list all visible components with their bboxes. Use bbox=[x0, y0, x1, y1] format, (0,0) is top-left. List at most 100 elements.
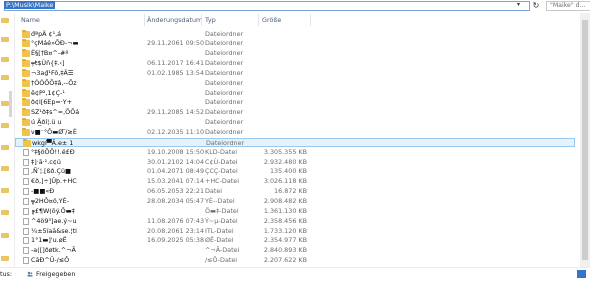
file-size: 2.840.893 KB bbox=[263, 246, 307, 255]
nav-folder-icon[interactable] bbox=[1, 210, 9, 215]
file-icon bbox=[23, 197, 29, 205]
file-name: ╤ŧ$Úñ{‡.‹] bbox=[31, 59, 65, 68]
table-row[interactable]: ^4ö9³]ae.ý~u 11.08.2076 07:43 Ý~µ-Datei 2.3… bbox=[15, 217, 575, 226]
file-icon bbox=[23, 247, 29, 255]
file-name: ê¢P²,1¢Ç-¹ bbox=[31, 88, 65, 97]
status-label: tus: bbox=[0, 270, 13, 278]
table-row[interactable]: SZ¹ð‡s^=,ÕÕá 29.11.2085 14:52 Dateiordner bbox=[15, 108, 575, 117]
file-name: ╦2HÔ¤ö,YÈ- bbox=[31, 196, 70, 205]
nav-folder-icon[interactable] bbox=[1, 37, 9, 42]
table-row[interactable]: ¼±5ïaã&se.¦tl 20.08.2061 23:14 ITL-Datei 1.… bbox=[15, 227, 575, 236]
file-name: wkgí▀Ã.e± 1 bbox=[32, 138, 74, 147]
file-size: 3.026.118 KB bbox=[263, 177, 307, 186]
nav-folder-icon[interactable] bbox=[1, 101, 9, 106]
nav-folder-icon[interactable] bbox=[1, 256, 9, 261]
file-size bbox=[255, 59, 307, 68]
column-header-type[interactable]: Typ bbox=[205, 15, 216, 25]
table-row[interactable]: †ÓÓÕÕ‡â,--Õz Dateiordner bbox=[15, 78, 575, 88]
column-divider[interactable] bbox=[258, 14, 259, 26]
file-size: 2.354.977 KB bbox=[263, 236, 307, 245]
nav-scrollbar[interactable] bbox=[9, 91, 12, 117]
table-row[interactable]: ╤ŧ$Úñ{‡.‹] 06.11.2017 16:41 Dateiordner bbox=[15, 59, 575, 68]
file-icon bbox=[23, 178, 29, 186]
shared-users-icon bbox=[27, 271, 33, 277]
refresh-icon[interactable]: ↻ bbox=[530, 0, 542, 12]
folder-icon bbox=[22, 118, 30, 127]
navigation-pane bbox=[0, 13, 15, 267]
table-row[interactable]: ¬3a₫¹Fõ,‡Ä☰ 01.02.1985 13:54 Dateiordner bbox=[15, 68, 575, 78]
nav-folder-icon[interactable] bbox=[1, 233, 9, 238]
file-name: °‡§öÕÕ!!.ë£Ð bbox=[31, 147, 75, 156]
folder-icon bbox=[22, 108, 30, 117]
file-icon bbox=[23, 217, 29, 225]
folder-icon bbox=[23, 138, 31, 147]
nav-folder-icon[interactable] bbox=[1, 145, 9, 150]
folder-icon bbox=[22, 128, 30, 136]
column-divider[interactable] bbox=[310, 14, 311, 26]
table-row[interactable]: €ð‚]÷]Ûþ.+HC 15.03.2041 07:14 +HC-Datei 3.0… bbox=[15, 177, 575, 186]
table-row[interactable]: ╦2HÔ¤ö,YÈ- 28.08.2034 05:47 YÈ--Datei 2.908… bbox=[15, 197, 575, 206]
column-divider[interactable] bbox=[201, 14, 202, 26]
status-bar: tus: Freigegeben bbox=[0, 267, 590, 281]
table-row[interactable]: ú Ä̲ðí¦.ü u Dateiordner bbox=[15, 118, 575, 127]
nav-folder-icon[interactable] bbox=[1, 18, 9, 23]
address-dropdown-icon[interactable]: ▾ bbox=[514, 1, 523, 9]
file-icon bbox=[23, 227, 29, 235]
address-path[interactable]: P:\Musik\Maike bbox=[4, 1, 56, 9]
address-bar[interactable] bbox=[4, 1, 530, 11]
file-size bbox=[255, 128, 307, 137]
file-size: 3.305.355 KB bbox=[263, 147, 307, 156]
file-name: đªpÄ ¢¹‚á bbox=[31, 29, 62, 38]
table-row[interactable]: 1°1▬]'u.øË 16.09.2025 05:38 ØË-Datei 2.354.… bbox=[15, 236, 575, 245]
nav-folder-icon[interactable] bbox=[1, 123, 9, 128]
column-header-name[interactable]: Name bbox=[21, 15, 40, 25]
file-size: 2.908.482 KB bbox=[263, 196, 307, 205]
table-row[interactable]: °‡§öÕÕ!!.ë£Ð 19.10.2008 15:50 KLD-Datei 3.3… bbox=[15, 148, 575, 157]
file-icon bbox=[23, 257, 29, 265]
address-toolbar: P:\Musik\Maike ▾ ↻ "Maike" d... bbox=[0, 0, 590, 13]
table-row[interactable]: ‡]·ã·¹.c¢ü 30.01.2102 14:04 C¢Ù-Datei 2.932… bbox=[15, 158, 575, 167]
table-row[interactable]: °çMáé»ÕÐ-­¬▬ 29.11.2061 09:50 Dateiordner bbox=[15, 39, 575, 48]
table-row[interactable]: ‚Ñ ́¦.[ßð.Çü■ 01.04.2071 08:49 ÇCÇ-Datei 13… bbox=[15, 167, 575, 176]
file-name: ╔£¶W(õý.Õ▬‡ bbox=[31, 206, 75, 215]
table-row[interactable]: ê¢P²,1¢Ç-¹ Dateiordner bbox=[15, 88, 575, 98]
table-row[interactable]: ð¢l[6Ep=·Y+ Dateiordner bbox=[15, 98, 575, 107]
table-row[interactable]: -a([]ðøtk.^¬Ã ^¬Ã-Datei 2.840.893 KB bbox=[15, 246, 575, 255]
file-size bbox=[255, 69, 307, 78]
file-size: 2.358.456 KB bbox=[263, 216, 307, 225]
table-row[interactable]: -■■«Ð 06.05.2053 22:21 Datei 16.872 KB bbox=[15, 187, 575, 196]
table-row[interactable]: ╔£¶W(õý.Õ▬‡ Õ▬‡-Datei 1.361.130 KB bbox=[15, 207, 575, 216]
table-row[interactable]: È§[†B¤^-#º Dateiordner bbox=[15, 49, 575, 58]
file-name: ν■⁻°Ô▬Ø ̅/≥È bbox=[31, 128, 77, 136]
file-icon bbox=[23, 168, 29, 176]
folder-icon bbox=[22, 29, 30, 38]
nav-folder-icon[interactable] bbox=[1, 188, 9, 193]
table-row[interactable]: đªpÄ ¢¹‚á Dateiordner bbox=[15, 29, 575, 39]
column-header-size[interactable]: Größe bbox=[262, 15, 281, 25]
file-name: ð¢l[6Ep=·Y+ bbox=[31, 98, 73, 107]
file-name: -a([]ðøtk.^¬Ã bbox=[31, 246, 76, 255]
file-name: €ð‚]÷]Ûþ.+HC bbox=[31, 177, 77, 186]
table-row[interactable]: CãÐ^Ü‑/≤Ô/≤Ô-Datei 2.207.622 KB bbox=[15, 256, 575, 265]
file-size: 16.872 KB bbox=[274, 187, 307, 196]
folder-icon bbox=[22, 49, 30, 58]
column-divider[interactable] bbox=[144, 14, 145, 26]
nav-folder-icon[interactable] bbox=[1, 166, 9, 171]
nav-folder-icon[interactable] bbox=[1, 75, 9, 80]
file-name: ^4ö9³]ae.ý~u bbox=[31, 216, 77, 225]
file-size: 135.400 KB bbox=[269, 167, 307, 176]
column-header-date[interactable]: Änderungsdatum bbox=[147, 15, 202, 25]
file-name: ‡]·ã·¹.c¢ü bbox=[31, 157, 61, 166]
file-icon bbox=[23, 158, 29, 166]
table-row-selected[interactable]: wkgí▀Ã.e± 1 Dateiordner bbox=[15, 137, 575, 147]
file-name: CãÐ^Ü‑/≤Ô bbox=[31, 256, 70, 265]
file-size bbox=[255, 89, 307, 98]
folder-icon bbox=[22, 39, 30, 48]
scrollbar-thumb[interactable] bbox=[582, 20, 588, 260]
nav-folder-icon[interactable] bbox=[1, 57, 9, 62]
details-view-icon[interactable] bbox=[577, 270, 586, 278]
file-icon bbox=[23, 148, 29, 156]
table-row[interactable]: ν■⁻°Ô▬Ø ̅/≥È 02.12.2035 11:10 Dateiordner bbox=[15, 128, 575, 137]
search-input[interactable]: "Maike" d... bbox=[546, 1, 590, 11]
file-size bbox=[255, 49, 307, 58]
